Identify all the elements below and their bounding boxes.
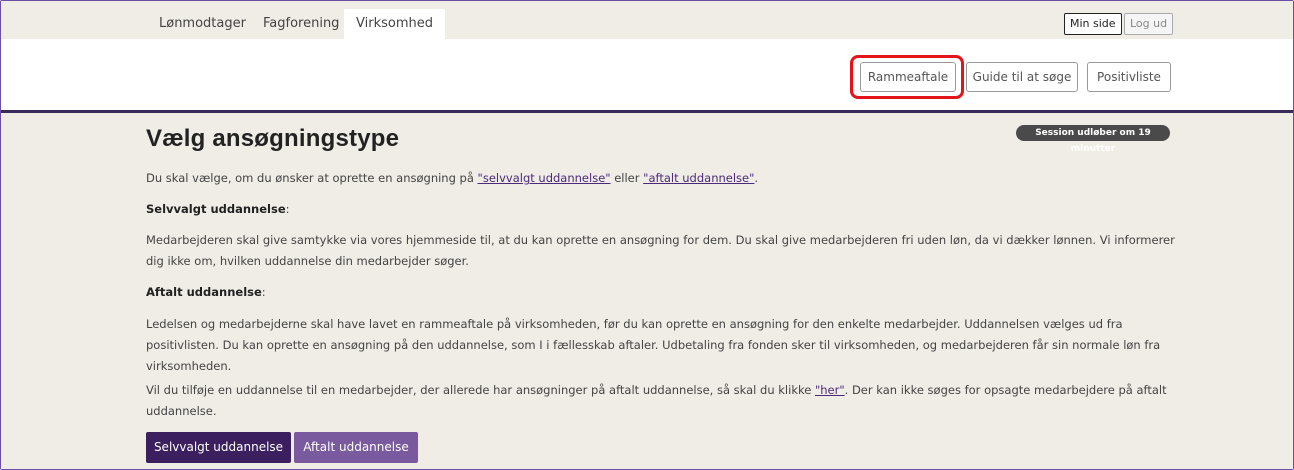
logout-button[interactable]: Log ud <box>1124 13 1174 35</box>
aftalt-description: Ledelsen og medarbejderne skal have lave… <box>146 317 1161 373</box>
aftalt-link[interactable]: "aftalt uddannelse" <box>643 171 754 185</box>
selvvalgt-description: Medarbejderen skal give samtykke via vor… <box>146 233 1175 268</box>
selvvalgt-heading: Selvvalgt uddannelse: <box>146 199 1181 220</box>
intro-text: Du skal vælge, om du ønsker at oprette e… <box>146 168 1181 189</box>
selvvalgt-heading-label: Selvvalgt uddannelse <box>146 202 286 216</box>
intro-prefix: Du skal vælge, om du ønsker at oprette e… <box>146 171 478 185</box>
page-title: Vælg ansøgningstype <box>146 125 400 152</box>
top-navigation: Lønmodtager Fagforening Virksomhed Min s… <box>1 1 1293 39</box>
aftalt-heading: Aftalt uddannelse: <box>146 282 1181 303</box>
tab-virksomhed[interactable]: Virksomhed <box>344 9 445 39</box>
her-link[interactable]: "her" <box>815 383 845 397</box>
highlight-box <box>850 55 964 99</box>
session-badge: Session udløber om 19 minutter <box>1016 125 1170 154</box>
my-page-button[interactable]: Min side <box>1064 13 1122 35</box>
tab-fagforening[interactable]: Fagforening <box>251 9 351 39</box>
aftalt-uddannelse-button[interactable]: Aftalt uddannelse <box>294 432 418 463</box>
selvvalgt-heading-colon: : <box>285 202 290 216</box>
intro-suffix: . <box>754 171 759 185</box>
aftalt-heading-label: Aftalt uddannelse <box>146 285 262 299</box>
selvvalgt-link[interactable]: "selvvalgt uddannelse" <box>478 171 611 185</box>
selvvalgt-uddannelse-button[interactable]: Selvvalgt uddannelse <box>146 432 291 463</box>
add-prefix: Vil du tilføje en uddannelse til en meda… <box>146 383 815 397</box>
add-education-text: Vil du tilføje en uddannelse til en meda… <box>146 380 1181 422</box>
tab-loenmodtager[interactable]: Lønmodtager <box>147 9 258 39</box>
aftalt-heading-colon: : <box>261 285 266 299</box>
intro-middle: eller <box>610 171 644 185</box>
positivliste-button[interactable]: Positivliste <box>1087 62 1171 92</box>
guide-button[interactable]: Guide til at søge <box>966 62 1078 92</box>
